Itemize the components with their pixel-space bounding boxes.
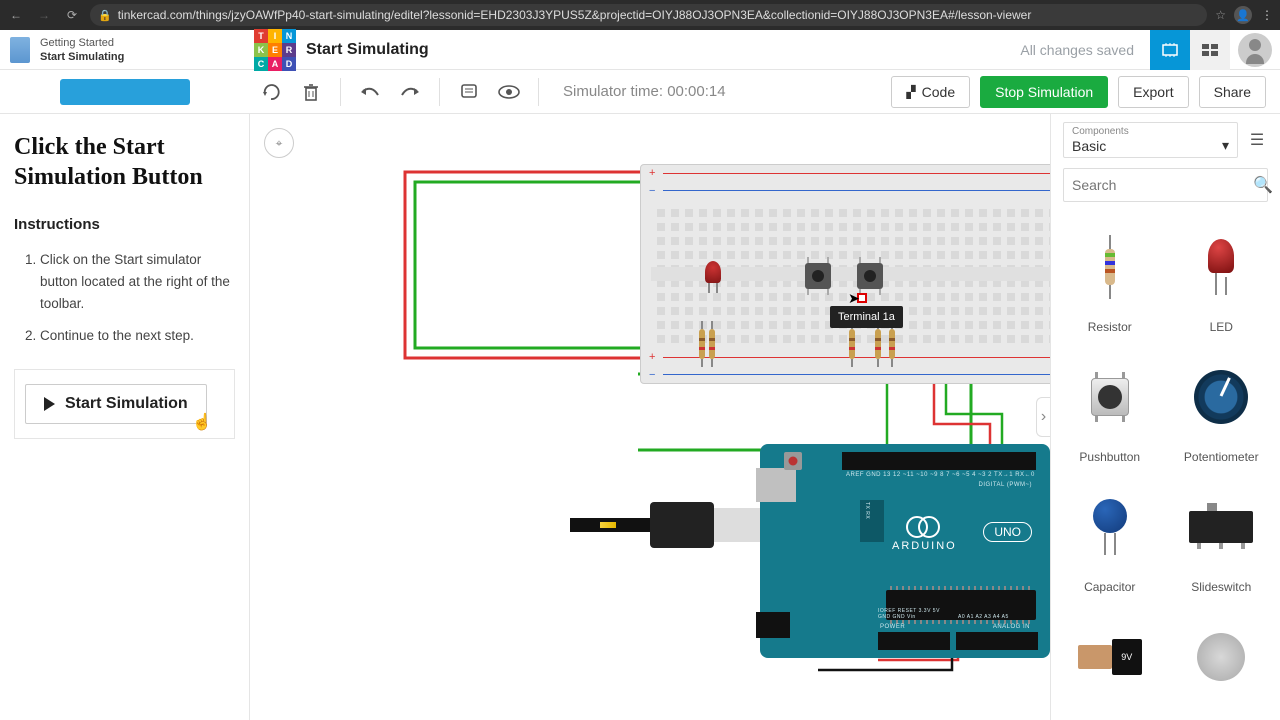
start-simulation-demo-button: Start Simulation xyxy=(25,384,207,424)
instruction-step: Click on the Start simulator button loca… xyxy=(40,249,235,315)
resistor-component[interactable] xyxy=(849,329,855,359)
circuit-canvas[interactable]: ⌖ › + − + − + xyxy=(250,114,1050,720)
app-header: Getting Started Start Simulating TIN KER… xyxy=(0,30,1280,70)
save-status: All changes saved xyxy=(1020,42,1150,58)
user-avatar[interactable] xyxy=(1238,33,1272,67)
url-bar[interactable]: 🔒 tinkercad.com/things/jzyOAWfPp40-start… xyxy=(90,4,1207,26)
arduino-reset-button[interactable] xyxy=(784,452,802,470)
browser-profile-icon[interactable]: 👤 xyxy=(1234,6,1252,24)
arduino-model-badge: UNO xyxy=(983,522,1032,542)
pushbutton-component[interactable] xyxy=(805,263,831,289)
digital-pin-labels: AREF GND 13 12 ~11 ~10 ~9 8 7 ~6 ~5 4 ~3… xyxy=(846,472,1036,478)
analog-section-label: ANALOG IN xyxy=(993,624,1030,630)
visibility-icon[interactable] xyxy=(498,81,520,103)
instructions-heading: Instructions xyxy=(14,216,235,233)
chevron-down-icon: ▾ xyxy=(1222,137,1229,154)
circuit-view-icon[interactable] xyxy=(1150,30,1190,70)
delete-icon[interactable] xyxy=(300,81,322,103)
component-led[interactable]: LED xyxy=(1167,214,1277,342)
resistor-component[interactable] xyxy=(699,329,705,359)
panel-collapse-handle[interactable]: › xyxy=(1036,397,1050,437)
components-category-select[interactable]: Components Basic▾ xyxy=(1063,122,1238,158)
lock-icon: 🔒 xyxy=(98,9,112,22)
component-coin-cell[interactable]: Coin Cell 3V Battery xyxy=(1167,604,1277,720)
components-search[interactable]: 🔍 xyxy=(1063,168,1268,202)
instructions-list: Click on the Start simulator button loca… xyxy=(14,249,235,347)
project-title[interactable]: Start Simulating xyxy=(306,41,429,59)
component-potentiometer[interactable]: Potentiometer xyxy=(1167,344,1277,472)
code-button[interactable]: ▞ Code xyxy=(891,76,970,108)
led-component[interactable] xyxy=(705,261,721,283)
export-button[interactable]: Export xyxy=(1118,76,1188,108)
redo-icon[interactable] xyxy=(399,81,421,103)
undo-icon[interactable] xyxy=(359,81,381,103)
code-icon: ▞ xyxy=(906,85,915,99)
usb-cable[interactable] xyxy=(570,494,760,552)
search-input[interactable] xyxy=(1072,177,1253,193)
arduino-usb-port xyxy=(756,468,796,502)
pushbutton-component[interactable] xyxy=(857,263,883,289)
component-slideswitch[interactable]: Slideswitch xyxy=(1167,474,1277,602)
browser-back[interactable]: ← xyxy=(6,5,26,25)
lesson-panel: Click the Start Simulation Button Instru… xyxy=(0,114,250,720)
breadcrumb-lesson: Start Simulating xyxy=(40,50,124,64)
share-button[interactable]: Share xyxy=(1199,76,1266,108)
url-text: tinkercad.com/things/jzyOAWfPp40-start-s… xyxy=(118,8,1032,22)
analog-pin-header[interactable] xyxy=(956,632,1038,650)
component-9v-battery[interactable]: 9V 9V Battery xyxy=(1055,604,1165,720)
instruction-step: Continue to the next step. xyxy=(40,325,235,347)
components-panel: Components Basic▾ ☰ 🔍 Resistor LED Pushb… xyxy=(1050,114,1280,720)
simulator-time: Simulator time: 00:00:14 xyxy=(563,83,726,100)
terminal-tooltip: Terminal 1a xyxy=(830,306,903,328)
resistor-component[interactable] xyxy=(709,329,715,359)
lesson-title: Click the Start Simulation Button xyxy=(14,132,235,192)
play-icon xyxy=(44,397,55,411)
browser-reload[interactable]: ⟳ xyxy=(62,5,82,25)
arduino-power-jack xyxy=(756,612,790,638)
arduino-board[interactable]: AREF GND 13 12 ~11 ~10 ~9 8 7 ~6 ~5 4 ~3… xyxy=(760,444,1050,658)
resistor-component[interactable] xyxy=(889,329,895,359)
tinkercad-logo[interactable]: TIN KER CAD xyxy=(254,29,296,71)
power-section-label: POWER xyxy=(880,624,905,630)
component-pushbutton[interactable]: Pushbutton xyxy=(1055,344,1165,472)
cursor-arrow-icon: ➤ xyxy=(848,290,860,307)
browser-menu-icon[interactable]: ⋮ xyxy=(1260,8,1274,22)
arduino-brand: ARDUINO xyxy=(892,540,957,552)
search-icon: 🔍 xyxy=(1253,175,1273,195)
arduino-logo-icon xyxy=(906,516,940,536)
cursor-hand-icon: ☝ xyxy=(192,412,212,432)
breadboard[interactable]: + − + − + − + − xyxy=(640,164,1050,384)
zoom-fit-button[interactable]: ⌖ xyxy=(264,128,294,158)
browser-forward[interactable]: → xyxy=(34,5,54,25)
bookmark-icon[interactable]: ☆ xyxy=(1215,8,1226,22)
lesson-next-button[interactable] xyxy=(60,79,190,105)
breadcrumb-category: Getting Started xyxy=(40,36,124,50)
stop-simulation-button[interactable]: Stop Simulation xyxy=(980,76,1108,108)
browser-chrome: ← → ⟳ 🔒 tinkercad.com/things/jzyOAWfPp40… xyxy=(0,0,1280,30)
notes-icon[interactable] xyxy=(458,81,480,103)
schematic-view-icon[interactable] xyxy=(1190,30,1230,70)
list-view-icon[interactable]: ☰ xyxy=(1246,130,1268,150)
breadcrumb[interactable]: Getting Started Start Simulating xyxy=(40,36,124,64)
rotate-icon[interactable] xyxy=(260,81,282,103)
resistor-component[interactable] xyxy=(875,329,881,359)
component-capacitor[interactable]: Capacitor xyxy=(1055,474,1165,602)
lesson-icon xyxy=(10,37,30,63)
power-pin-header[interactable] xyxy=(878,632,950,650)
editor-toolbar: Simulator time: 00:00:14 ▞ Code Stop Sim… xyxy=(0,70,1280,114)
component-resistor[interactable]: Resistor xyxy=(1055,214,1165,342)
demo-button-illustration: Start Simulation ☝ xyxy=(14,369,235,439)
digital-pin-header[interactable] xyxy=(842,452,1036,470)
digital-section-label: DIGITAL (PWM~) xyxy=(979,482,1033,488)
